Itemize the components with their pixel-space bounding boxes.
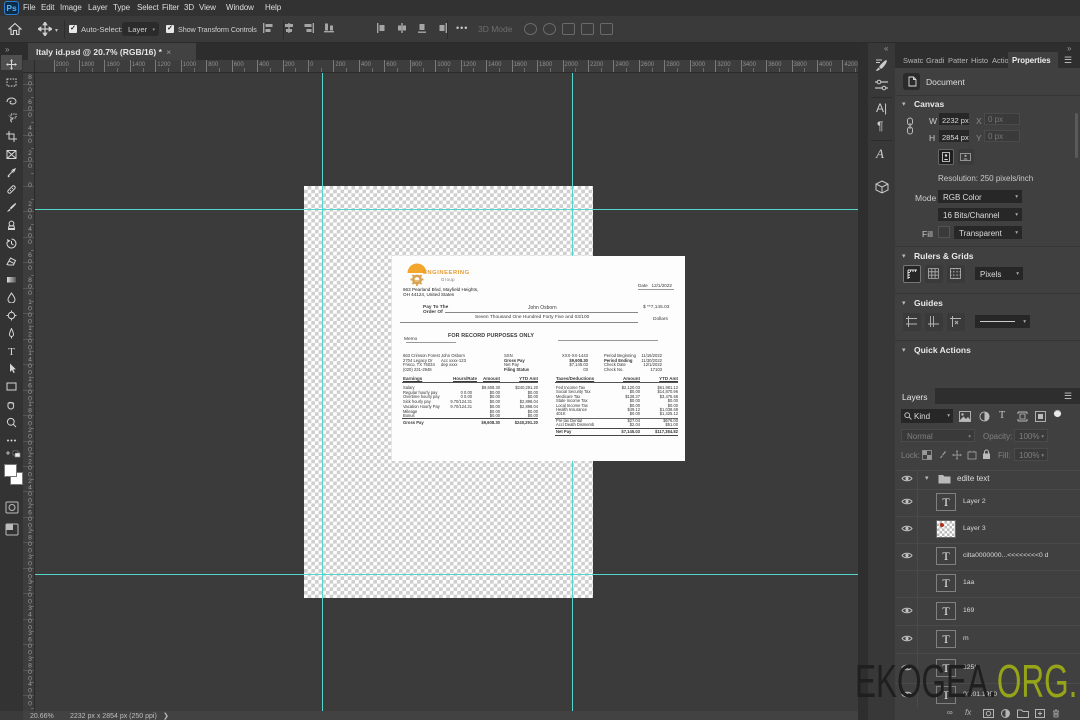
svg-text:T: T bbox=[8, 346, 15, 357]
